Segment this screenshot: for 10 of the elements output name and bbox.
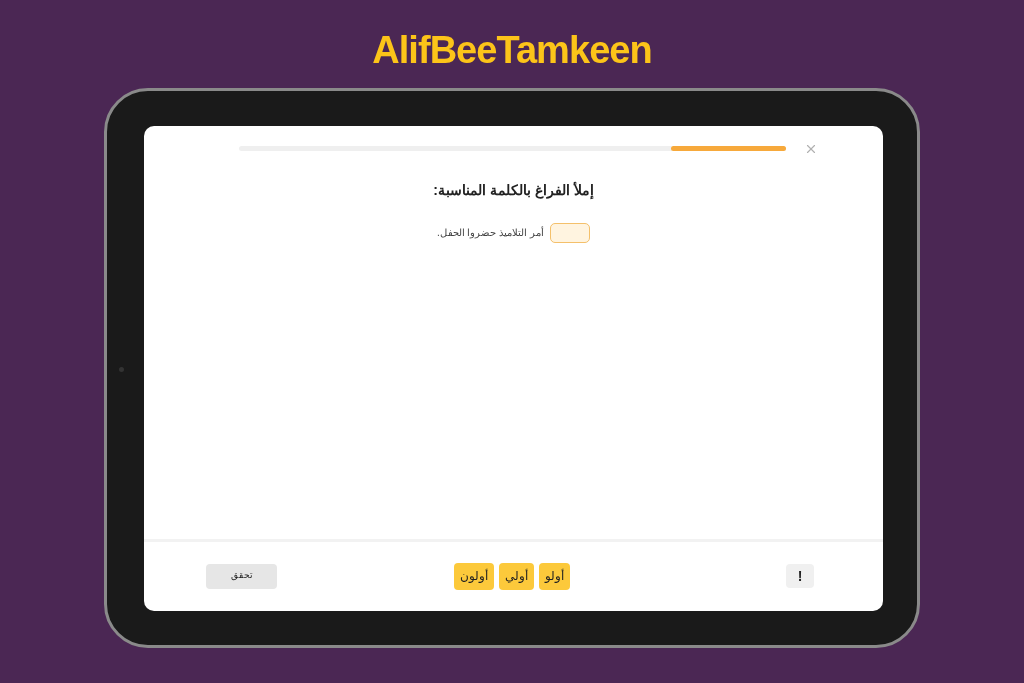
answer-field[interactable] — [550, 222, 591, 243]
answer-option[interactable]: أولو — [538, 562, 570, 590]
question-title: إملأ الفراغ بالكلمة المناسبة: — [432, 180, 595, 201]
check-button[interactable]: تحقق — [206, 563, 277, 589]
hint-button[interactable]: ! — [786, 564, 814, 588]
logo: AlifBeeTamkeen — [372, 28, 652, 73]
sentence-text: أمر التلاميذ حضروا الحفل. — [436, 225, 545, 240]
answer-option[interactable]: أولي — [498, 562, 534, 590]
answer-option[interactable]: أولون — [453, 562, 494, 590]
camera-icon — [119, 367, 124, 372]
